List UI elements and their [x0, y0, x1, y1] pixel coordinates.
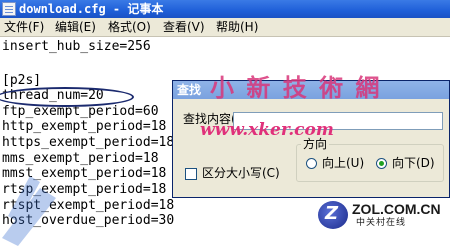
menu-edit[interactable]: 编辑(E)	[55, 19, 96, 35]
site-watermark-url: www.xker.com	[200, 120, 334, 140]
window-title: download.cfg - 记事本	[19, 2, 164, 16]
editor-line: https_exempt_period=18	[2, 135, 175, 150]
editor-line: mms_exempt_period=18	[2, 151, 159, 166]
editor-line: [p2s]	[2, 73, 42, 88]
match-case-label[interactable]: 区分大小写(C)	[202, 166, 280, 180]
zol-brand: ZOL.COM.CN	[352, 201, 441, 217]
menu-help[interactable]: 帮助(H)	[216, 19, 258, 35]
menu-view[interactable]: 查看(V)	[163, 19, 205, 35]
editor-line: http_exempt_period=18	[2, 119, 167, 134]
match-case-checkbox[interactable]	[185, 168, 197, 180]
highlight-ring	[0, 87, 134, 107]
direction-down-label[interactable]: 向下(D)	[392, 156, 435, 170]
find-dialog-title: 查找	[177, 83, 202, 97]
watermark-stamp-icon	[2, 176, 56, 246]
direction-up-label[interactable]: 向上(U)	[322, 156, 364, 170]
direction-up-radio[interactable]	[306, 158, 317, 169]
window-titlebar[interactable]: download.cfg - 记事本	[0, 0, 450, 18]
direction-down-radio[interactable]	[376, 158, 387, 169]
zol-mark-icon: Z	[318, 201, 348, 229]
notepad-icon	[2, 2, 16, 16]
menu-bar: 文件(F) 编辑(E) 格式(O) 查看(V) 帮助(H)	[0, 18, 450, 37]
menu-format[interactable]: 格式(O)	[108, 19, 151, 35]
site-watermark-logo: 小 新 技 術 網	[210, 73, 382, 102]
menu-file[interactable]: 文件(F)	[4, 19, 44, 35]
editor-line: insert_hub_size=256	[2, 39, 151, 54]
zol-subtitle: 中关村在线	[356, 218, 407, 228]
